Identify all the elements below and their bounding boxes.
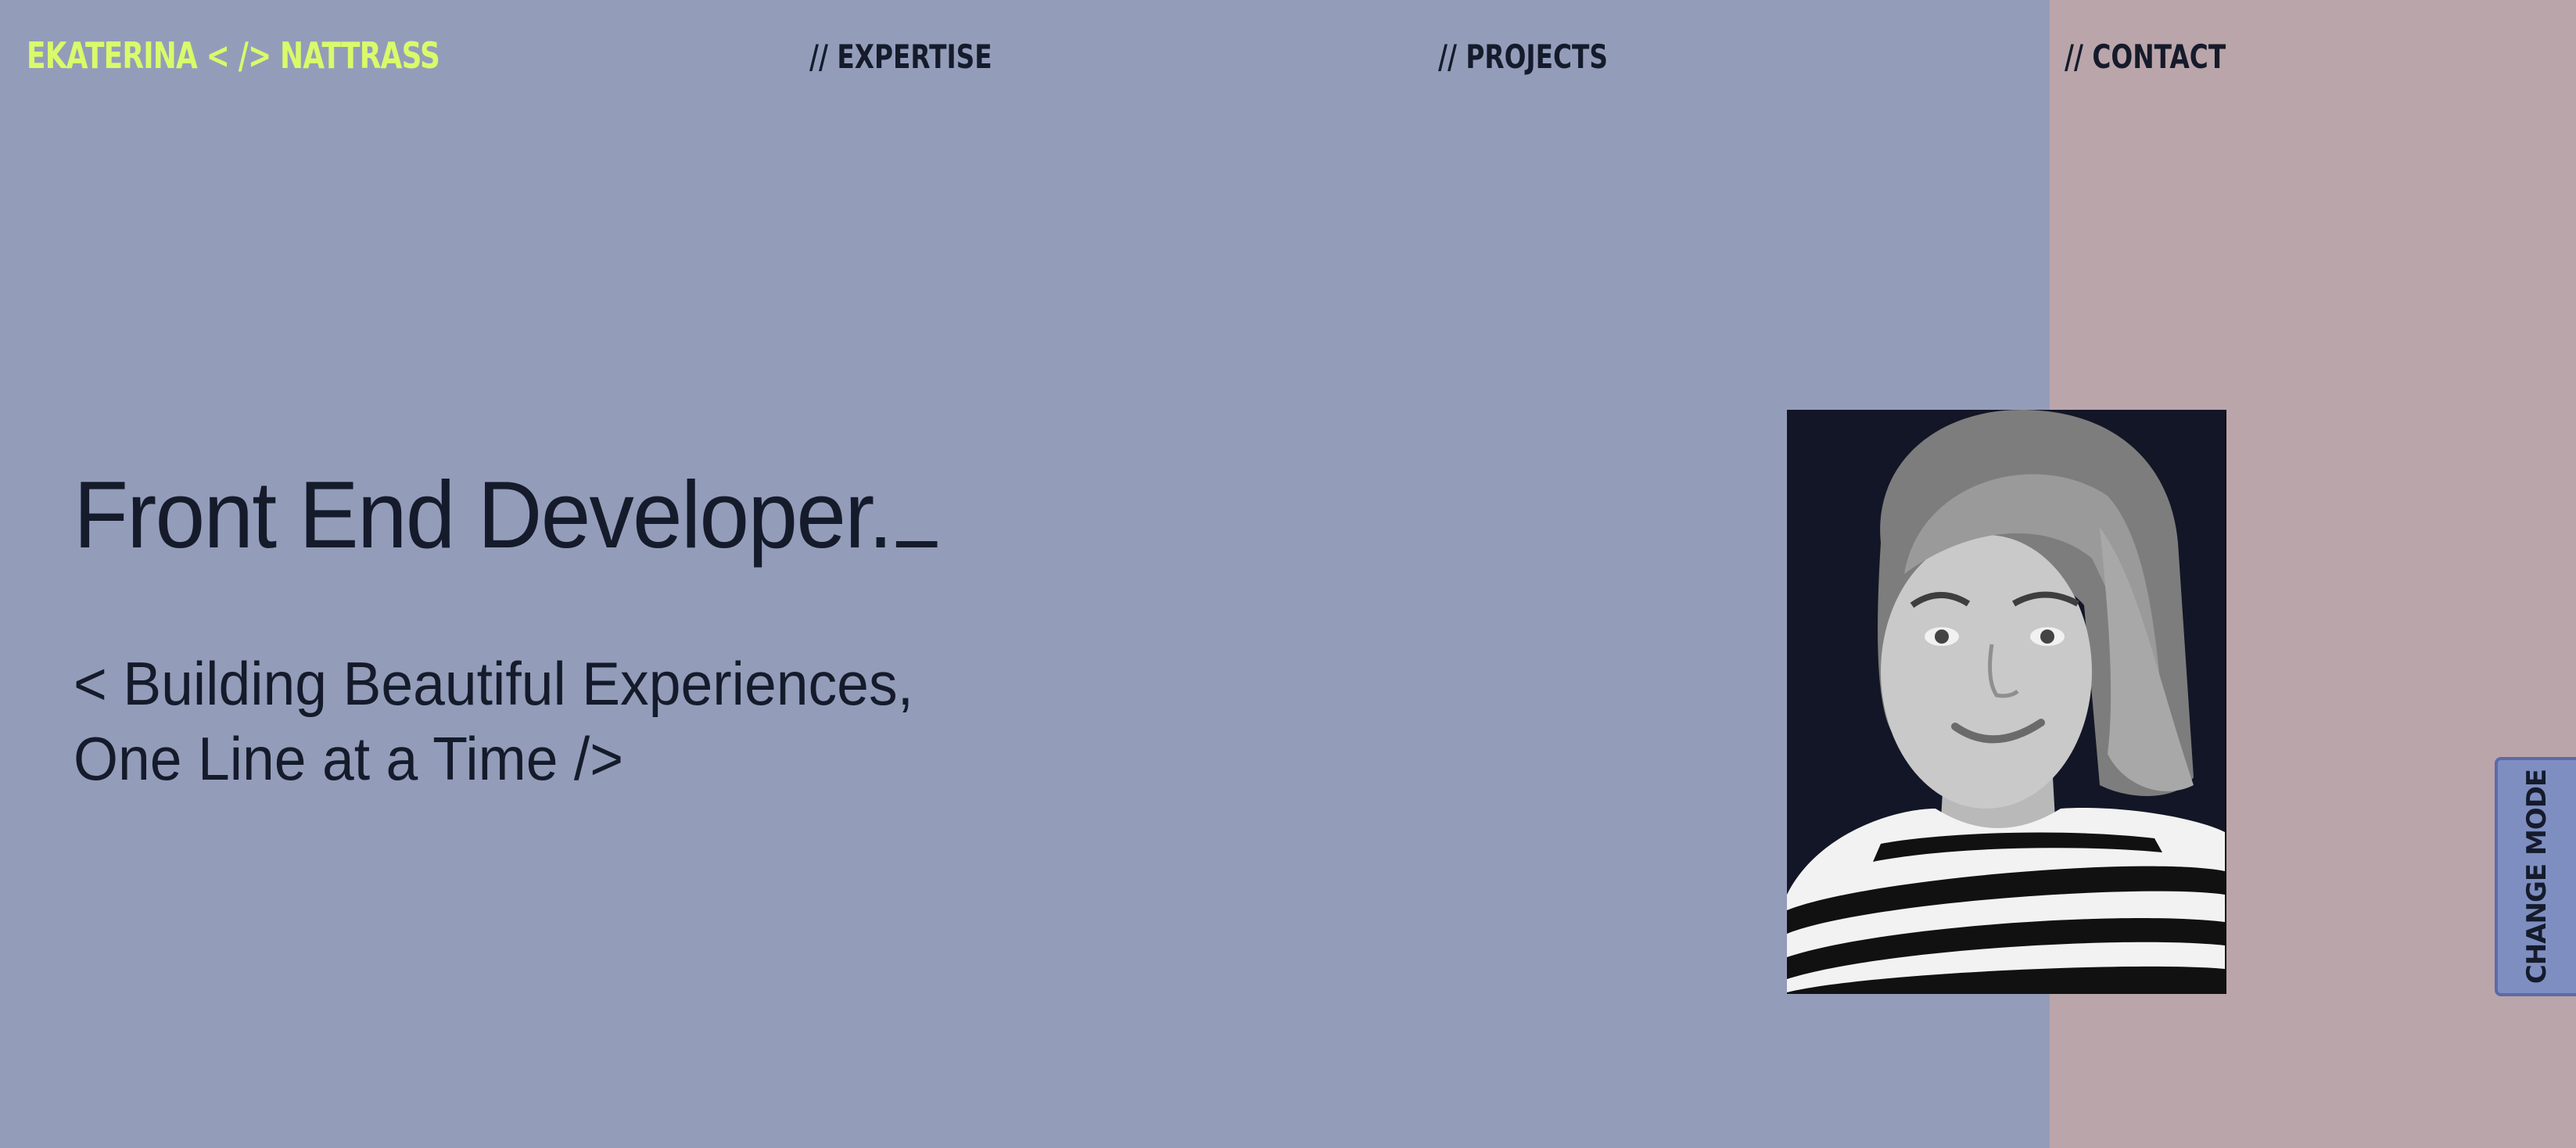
background-left-panel (0, 0, 2050, 1148)
nav-link-projects[interactable]: // PROJECTS (1438, 38, 1608, 76)
portrait-illustration (1787, 410, 2225, 992)
hero-title: Front End Developer. (74, 460, 938, 569)
profile-photo (1787, 410, 2226, 994)
site-logo[interactable]: EKATERINA < /> NATTRASS (27, 34, 440, 77)
nav-link-contact[interactable]: // CONTACT (2065, 38, 2226, 76)
hero-subtitle-line-1: < Building Beautiful Experiences, (74, 649, 913, 718)
change-mode-label: CHANGE MODE (2521, 769, 2553, 985)
hero-subtitle: < Building Beautiful Experiences, One Li… (74, 646, 913, 796)
typing-cursor (895, 541, 938, 547)
change-mode-button[interactable]: CHANGE MODE (2495, 757, 2576, 996)
hero-title-text: Front End Developer. (74, 461, 893, 568)
nav-link-expertise[interactable]: // EXPERTISE (809, 38, 992, 76)
hero-subtitle-line-2: One Line at a Time /> (74, 724, 624, 793)
